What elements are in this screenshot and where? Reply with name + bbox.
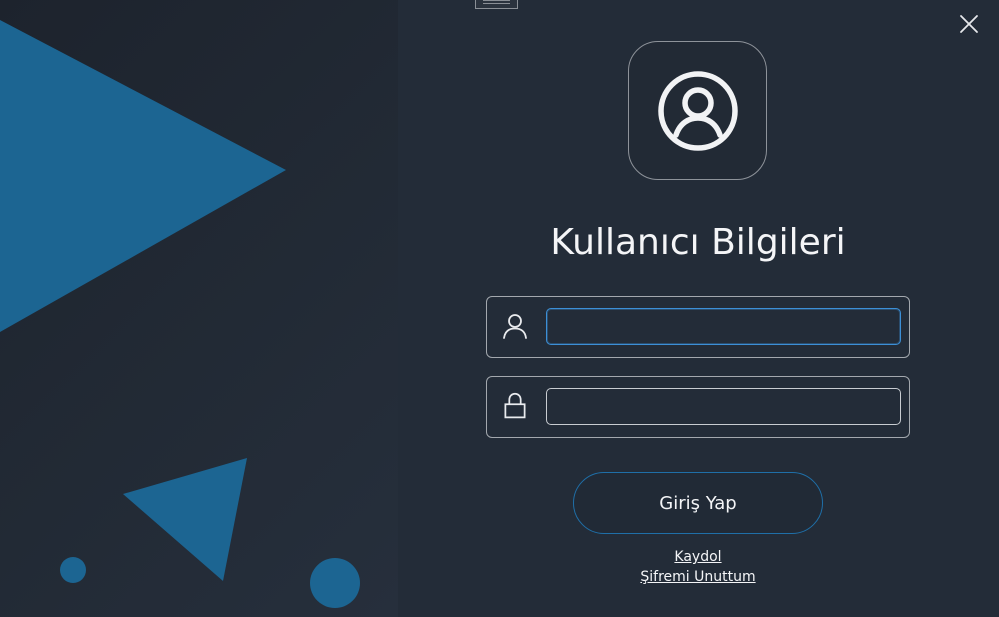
decorative-panel: [0, 0, 398, 617]
password-field-group: [486, 376, 910, 438]
close-icon: [960, 15, 978, 33]
drag-handle-icon[interactable]: [475, 0, 518, 9]
username-field-group: [486, 296, 910, 358]
password-input[interactable]: [546, 388, 901, 425]
close-button[interactable]: [955, 10, 983, 38]
small-circle-shape: [60, 557, 86, 583]
login-button[interactable]: Giriş Yap: [573, 472, 823, 534]
large-triangle-shape: [0, 20, 286, 332]
signup-link[interactable]: Kaydol: [598, 549, 798, 565]
username-input[interactable]: [546, 308, 901, 345]
decorative-shapes: [0, 20, 360, 608]
user-icon: [503, 314, 527, 339]
medium-circle-shape: [310, 558, 360, 608]
page-title: Kullanıcı Bilgileri: [550, 222, 846, 263]
login-button-label: Giriş Yap: [659, 492, 737, 514]
lock-icon: [504, 392, 526, 419]
login-window: Kullanıcı Bilgileri Giriş Yap Kaydol Şif…: [0, 0, 999, 617]
forgot-password-link[interactable]: Şifremi Unuttum: [598, 569, 798, 585]
small-triangle-shape: [123, 458, 247, 581]
avatar: [628, 41, 767, 180]
user-circle-icon: [658, 71, 738, 151]
